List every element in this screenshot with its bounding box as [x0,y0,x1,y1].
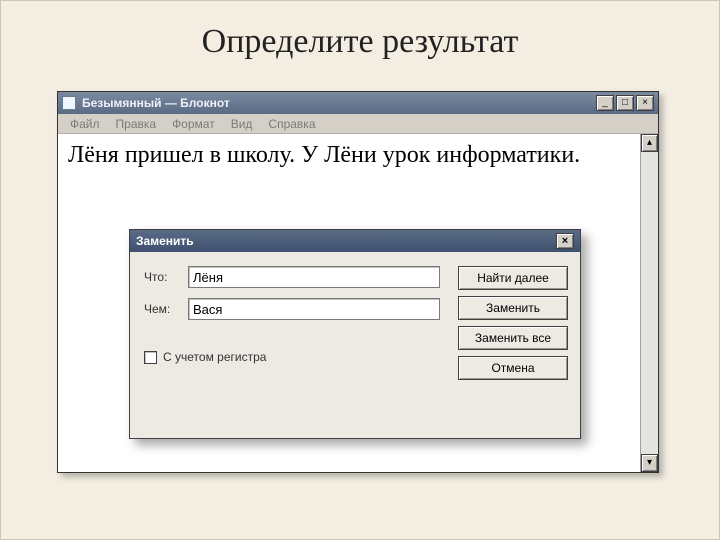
find-next-button[interactable]: Найти далее [458,266,568,290]
menu-file[interactable]: Файл [64,117,106,131]
close-button[interactable]: × [636,95,654,111]
dialog-title: Заменить [136,234,556,248]
vertical-scrollbar[interactable]: ▴ ▾ [640,134,658,472]
replace-with-input[interactable] [188,298,440,320]
notepad-menubar: Файл Правка Формат Вид Справка [58,114,658,134]
dialog-close-button[interactable]: × [556,233,574,249]
replace-with-label: Чем: [144,302,188,316]
match-case-label: С учетом регистра [163,350,266,364]
menu-format[interactable]: Формат [166,117,221,131]
scroll-down-icon[interactable]: ▾ [641,454,658,472]
menu-view[interactable]: Вид [225,117,259,131]
maximize-button[interactable]: □ [616,95,634,111]
document-icon [62,96,76,110]
find-what-label: Что: [144,270,188,284]
notepad-titlebar[interactable]: Безымянный — Блокнот _ □ × [58,92,658,114]
scroll-track[interactable] [641,152,658,454]
scroll-up-icon[interactable]: ▴ [641,134,658,152]
notepad-title: Безымянный — Блокнот [82,96,596,110]
cancel-button[interactable]: Отмена [458,356,568,380]
slide-title: Определите результат [1,23,719,61]
replace-button[interactable]: Заменить [458,296,568,320]
dialog-titlebar[interactable]: Заменить × [130,230,580,252]
minimize-button[interactable]: _ [596,95,614,111]
replace-dialog: Заменить × Что: Чем: С учетом регистра Н… [129,229,581,439]
replace-all-button[interactable]: Заменить все [458,326,568,350]
menu-edit[interactable]: Правка [110,117,163,131]
match-case-checkbox[interactable] [144,351,157,364]
menu-help[interactable]: Справка [262,117,321,131]
find-what-input[interactable] [188,266,440,288]
